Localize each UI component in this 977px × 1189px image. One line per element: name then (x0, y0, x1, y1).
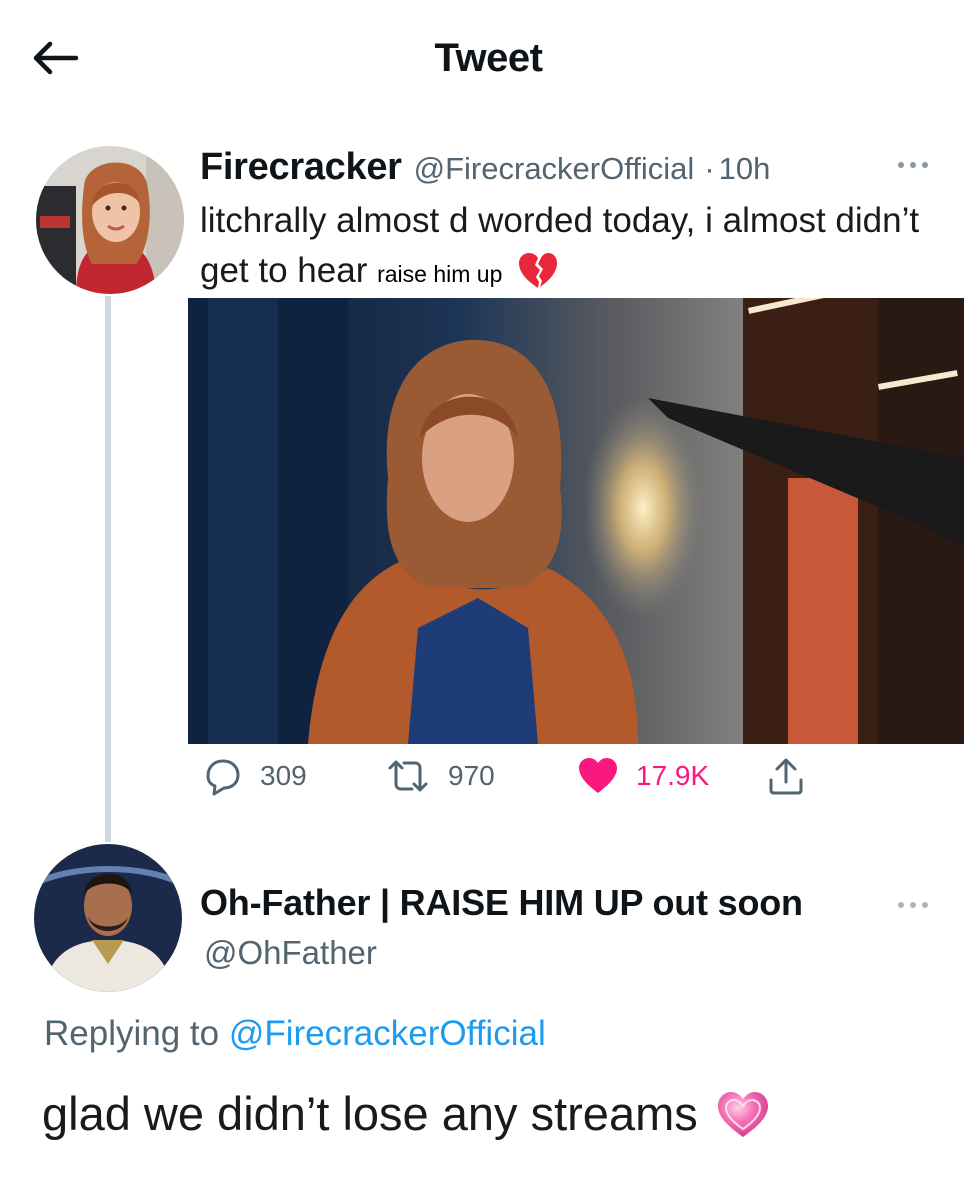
pink-heart-icon (717, 1091, 768, 1137)
author-handle[interactable]: @FirecrackerOfficial (414, 151, 695, 187)
broken-heart-icon (519, 253, 558, 288)
reply-icon (206, 759, 240, 796)
more-horizontal-icon (898, 162, 928, 168)
author-name[interactable]: Firecracker (200, 146, 402, 189)
share-button[interactable] (764, 754, 808, 798)
tweet-media-image[interactable] (188, 298, 964, 744)
more-options-button[interactable] (888, 150, 938, 180)
author-avatar[interactable] (36, 146, 184, 294)
replying-to-label: Replying to (44, 1014, 220, 1053)
page-title: Tweet (434, 36, 543, 80)
heart-filled-icon (579, 758, 617, 793)
like-count: 17.9K (636, 760, 710, 791)
more-horizontal-icon (898, 902, 928, 908)
separator-dot: · (704, 151, 715, 186)
retweet-button[interactable]: 970 (384, 754, 495, 798)
tweet-text-main: litchrally almost d worded today, i almo… (200, 201, 920, 290)
tweet-timestamp[interactable]: 10h (719, 151, 771, 187)
reply-author-avatar[interactable] (34, 844, 182, 992)
reply-text-content: glad we didn’t lose any streams (42, 1087, 698, 1140)
retweet-count: 970 (448, 760, 495, 791)
replying-to: Replying to @FirecrackerOfficial (44, 1014, 546, 1054)
replying-to-mention[interactable]: @FirecrackerOfficial (229, 1014, 546, 1053)
tweet-text-small: raise him up (377, 261, 503, 287)
reply-text: glad we didn’t lose any streams (42, 1086, 770, 1141)
like-button[interactable]: 17.9K (576, 754, 709, 798)
tweet-text: litchrally almost d worded today, i almo… (200, 196, 940, 299)
thread-connector (105, 296, 111, 842)
reply-author-handle[interactable]: @OhFather (204, 934, 377, 972)
reply-author-name[interactable]: Oh-Father | RAISE HIM UP out soon (200, 882, 803, 924)
share-icon (769, 758, 803, 795)
reply-more-options-button[interactable] (888, 890, 938, 920)
tweet-header: Firecracker @FirecrackerOfficial · 10h (200, 146, 770, 192)
retweet-icon (388, 760, 428, 792)
reply-count: 309 (260, 760, 307, 791)
reply-button[interactable]: 309 (200, 754, 307, 798)
